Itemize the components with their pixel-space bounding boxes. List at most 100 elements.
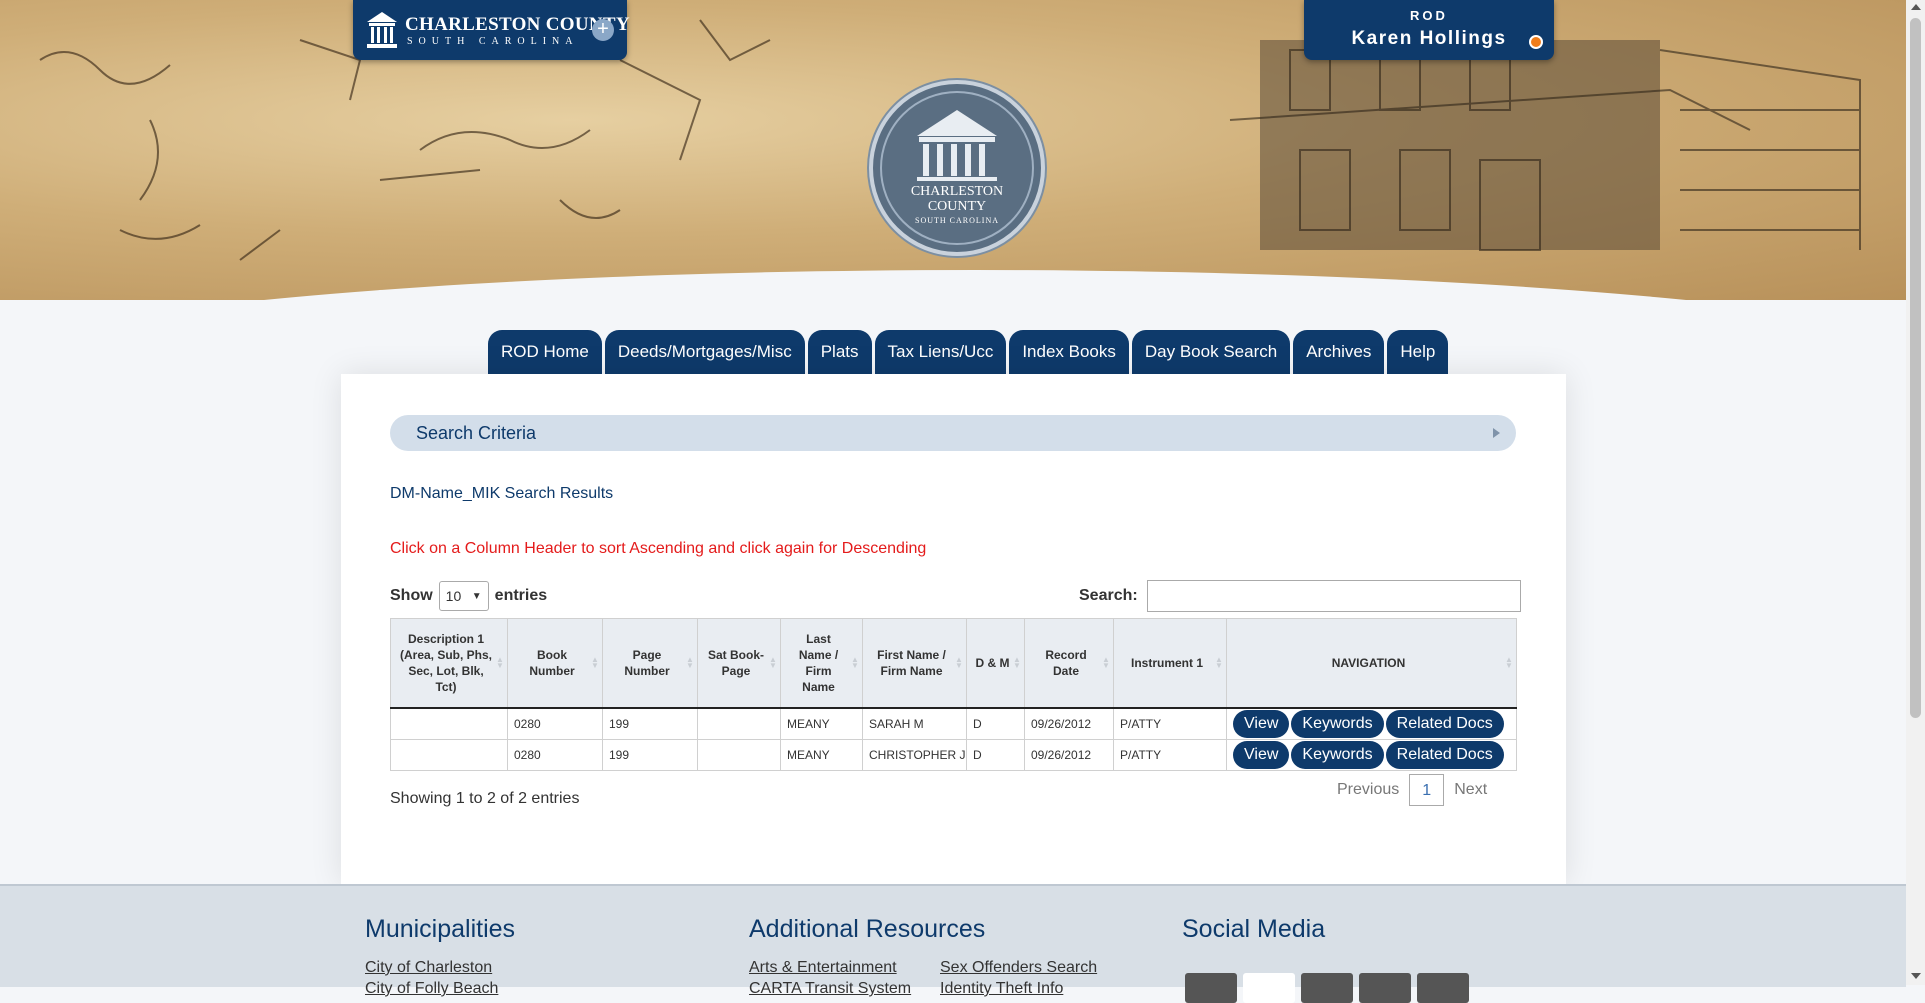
cell-book-number: 0280	[507, 707, 603, 740]
footer-link[interactable]: City of Charleston	[365, 959, 492, 977]
tab-day-book-search[interactable]: Day Book Search	[1131, 330, 1291, 374]
scroll-down-icon[interactable]	[1911, 973, 1921, 979]
col-page-number-label: Page Number	[624, 648, 670, 678]
cell-navigation: View Keywords Related Docs	[1226, 707, 1517, 740]
footer-link[interactable]: CARTA Transit System	[749, 980, 911, 998]
table-row: 0280 199 MEANY SARAH M D 09/26/2012 P/AT…	[390, 707, 1517, 740]
view-button[interactable]: View	[1233, 710, 1290, 738]
col-navigation[interactable]: NAVIGATION ▲ ▼	[1226, 618, 1517, 709]
sort-icon: ▲ ▼	[1102, 655, 1110, 670]
tab-index-books[interactable]: Index Books	[1009, 330, 1129, 374]
sort-icon: ▲ ▼	[1013, 655, 1021, 670]
results-title: DM-Name_MIK Search Results	[390, 485, 614, 502]
related-docs-button[interactable]: Related Docs	[1385, 741, 1504, 769]
county-seal: CHARLESTON COUNTY SOUTH CAROLINA	[869, 80, 1045, 256]
view-button[interactable]: View	[1233, 741, 1290, 769]
col-first-name-label: First Name / Firm Name	[877, 648, 946, 678]
cell-d-and-m: D	[966, 739, 1025, 771]
footer-link[interactable]: Sex Offenders Search	[940, 959, 1097, 977]
col-book-number[interactable]: Book Number ▲ ▼	[507, 618, 603, 709]
tab-tax-liens-ucc[interactable]: Tax Liens/Ucc	[874, 330, 1007, 374]
entries-label: entries	[494, 587, 548, 604]
entries-select[interactable]: 10 ▼	[438, 581, 489, 611]
cell-d-and-m: D	[966, 707, 1025, 740]
results-table: Description 1 (Area, Sub, Phs, Sec, Lot,…	[390, 618, 1517, 771]
facebook-icon[interactable]	[1185, 973, 1237, 1003]
keywords-button[interactable]: Keywords	[1291, 741, 1384, 769]
table-row: 0280 199 MEANY CHRISTOPHER J D 09/26/201…	[390, 739, 1517, 771]
footer-municipalities-title: Municipalities	[365, 915, 516, 943]
user-role: ROD	[1410, 8, 1448, 23]
scroll-up-icon[interactable]	[1911, 4, 1921, 10]
tab-archives[interactable]: Archives	[1293, 330, 1385, 374]
col-sat-book-page[interactable]: Sat Book-Page ▲ ▼	[697, 618, 781, 709]
footer-resources-title: Additional Resources	[749, 915, 986, 943]
col-last-name[interactable]: Last Name / Firm Name ▲ ▼	[780, 618, 863, 709]
entries-select-value: 10	[445, 588, 462, 604]
col-description[interactable]: Description 1 (Area, Sub, Phs, Sec, Lot,…	[390, 618, 508, 709]
sort-icon: ▲ ▼	[1215, 655, 1223, 670]
footer-link[interactable]: City of Folly Beach	[365, 980, 498, 998]
footer-link[interactable]: Arts & Entertainment	[749, 959, 897, 977]
tab-rod-home[interactable]: ROD Home	[488, 330, 602, 374]
sort-icon: ▲ ▼	[769, 655, 777, 670]
col-sat-book-page-label: Sat Book-Page	[707, 648, 764, 678]
footer-link[interactable]: Identity Theft Info	[940, 980, 1063, 998]
cell-page-number: 199	[602, 707, 698, 740]
keywords-button[interactable]: Keywords	[1291, 710, 1384, 738]
cell-first-name: SARAH M	[862, 707, 967, 740]
status-dot-icon	[1529, 35, 1543, 49]
linkedin-icon[interactable]	[1359, 973, 1411, 1003]
cell-page-number: 199	[602, 739, 698, 771]
instagram-icon[interactable]	[1417, 973, 1469, 1003]
col-page-number[interactable]: Page Number ▲ ▼	[602, 618, 698, 709]
sort-icon: ▲ ▼	[1505, 655, 1513, 670]
tab-help[interactable]: Help	[1387, 330, 1449, 374]
search-input[interactable]	[1146, 580, 1521, 612]
related-docs-button[interactable]: Related Docs	[1385, 710, 1504, 738]
seal-line2: COUNTY	[927, 199, 987, 214]
search-criteria-label: Search Criteria	[416, 423, 537, 443]
logo-subtitle: SOUTH CAROLINA	[407, 36, 579, 47]
main-nav: ROD Home Deeds/Mortgages/Misc Plats Tax …	[488, 330, 1449, 374]
cell-last-name: MEANY	[780, 707, 863, 740]
courthouse-icon	[880, 91, 1034, 245]
previous-button[interactable]: Previous	[1337, 781, 1399, 799]
search-criteria-toggle[interactable]: Search Criteria	[390, 415, 1516, 451]
cell-instrument: P/ATTY	[1113, 739, 1227, 771]
col-description-label: Description 1 (Area, Sub, Phs, Sec, Lot,…	[399, 632, 493, 694]
cell-sat-book-page	[697, 707, 781, 740]
scroll-thumb[interactable]	[1910, 18, 1921, 718]
cell-navigation: View Keywords Related Docs	[1226, 739, 1517, 771]
x-icon[interactable]	[1243, 973, 1295, 1003]
seal-line3: SOUTH CAROLINA	[915, 216, 999, 225]
user-tab[interactable]: ROD Karen Hollings	[1304, 0, 1554, 60]
county-logo-tab[interactable]: CHARLESTON COUNTY SOUTH CAROLINA +	[353, 0, 630, 60]
col-record-date[interactable]: Record Date ▲ ▼	[1024, 618, 1114, 709]
sort-icon: ▲ ▼	[955, 655, 963, 670]
tab-deeds-mortgages-misc[interactable]: Deeds/Mortgages/Misc	[604, 330, 805, 374]
youtube-icon[interactable]	[1301, 973, 1353, 1003]
table-header-row: Description 1 (Area, Sub, Phs, Sec, Lot,…	[390, 618, 1517, 709]
hero-banner: CHARLESTON COUNTY SOUTH CAROLINA + ROD K…	[0, 0, 1906, 300]
social-icons	[1185, 973, 1469, 1003]
col-d-and-m[interactable]: D & M ▲ ▼	[966, 618, 1025, 709]
footer-social-title: Social Media	[1182, 915, 1326, 943]
page-1-button[interactable]: 1	[1409, 774, 1445, 806]
col-instrument[interactable]: Instrument 1 ▲ ▼	[1113, 618, 1227, 709]
cell-first-name: CHRISTOPHER J	[862, 739, 967, 771]
cell-book-number: 0280	[507, 739, 603, 771]
plus-icon[interactable]: +	[592, 19, 614, 41]
show-label: Show	[390, 587, 433, 604]
show-entries: Show 10 ▼ entries	[390, 581, 547, 611]
col-last-name-label: Last Name / Firm Name	[798, 632, 839, 694]
tab-plats[interactable]: Plats	[807, 330, 872, 374]
cell-record-date: 09/26/2012	[1024, 739, 1114, 771]
footer: Municipalities City of Charleston City o…	[0, 884, 1906, 1003]
caret-right-icon	[1493, 428, 1500, 438]
col-record-date-label: Record Date	[1045, 648, 1087, 678]
page-scrollbar[interactable]	[1906, 0, 1925, 985]
sort-hint: Click on a Column Header to sort Ascendi…	[390, 540, 927, 557]
col-first-name[interactable]: First Name / Firm Name ▲ ▼	[862, 618, 967, 709]
next-button[interactable]: Next	[1454, 781, 1487, 799]
